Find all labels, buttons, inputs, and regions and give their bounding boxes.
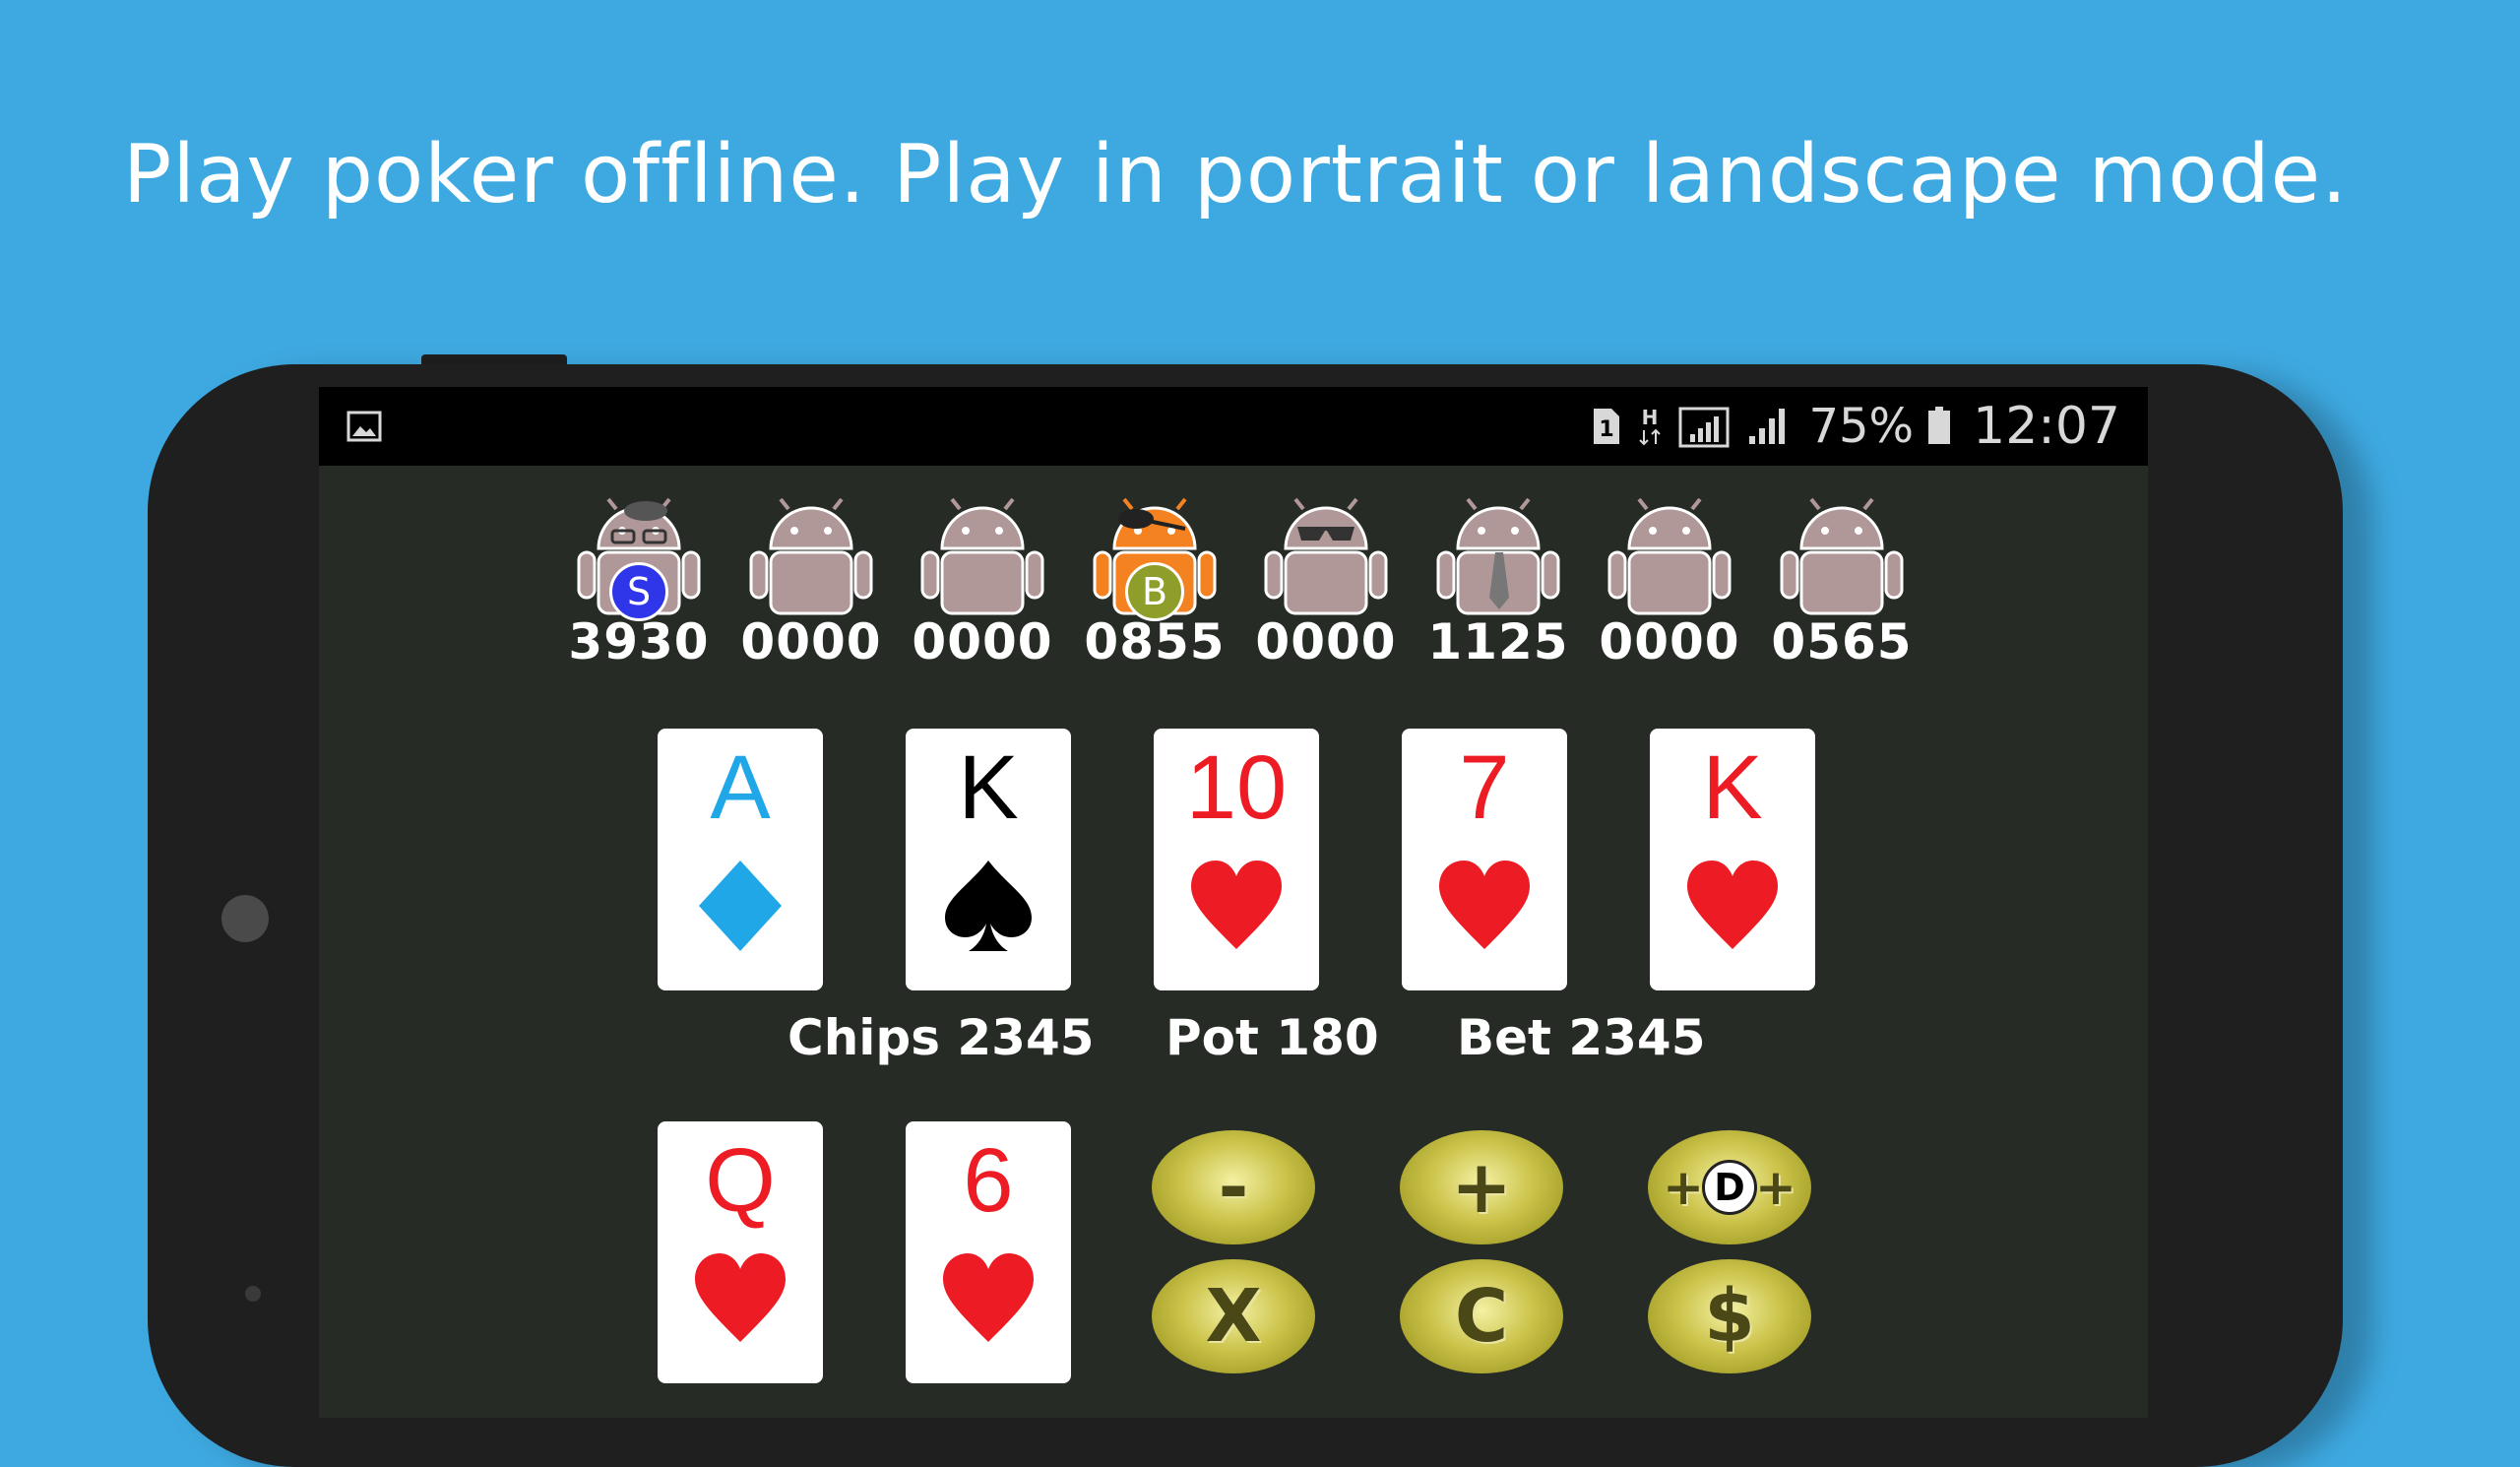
card-rank: K [1702,737,1763,838]
battery-icon [1928,407,1951,444]
card-rank: A [710,737,771,838]
player-chip-count: 0000 [740,613,882,670]
card-rank: 7 [1459,737,1510,838]
player-seat-5: 0000 [1247,495,1405,672]
signal-icon [1678,407,1730,448]
player-chip-count: 0000 [1255,613,1397,670]
headline: Play poker offline. Play in portrait or … [122,128,2349,222]
card-rank: 6 [963,1130,1014,1231]
status-bar: 1 H 75% 12:07 [319,387,2148,466]
player-chip-count: 0855 [1084,613,1226,670]
call-button[interactable]: C [1400,1259,1563,1373]
game-screen: 1 H 75% 12:07 3930 S 0000 0000 0855 B 00… [319,387,2148,1418]
bet-label: Bet 2345 [1457,1009,1706,1066]
android-avatar-icon [749,497,873,615]
chips-label: Chips 2345 [788,1009,1095,1066]
h-network-icon: H [1639,406,1662,446]
call-label: C [1454,1274,1509,1359]
player-seat-1: 3930 S [560,495,718,672]
pot-label: Pot 180 [1166,1009,1379,1066]
signal-icon [1749,409,1786,444]
player-chip-count: 0565 [1771,613,1913,670]
player-seat-4: 0855 B [1076,495,1233,672]
bet-button[interactable]: $ [1648,1259,1811,1373]
double-plus-left: + [1663,1159,1704,1216]
heart-icon [1191,861,1282,949]
player-chip-count: 0000 [912,613,1053,670]
network-type: H [1642,406,1659,429]
fold-label: X [1205,1274,1262,1359]
player-seat-8: 0565 [1763,495,1921,672]
player-chip-count: 1125 [1427,613,1569,670]
small-blind-badge: S [609,562,668,621]
community-card-1: A [658,729,823,990]
decrease-bet-label: - [1218,1145,1249,1230]
sim-number: 1 [1600,417,1614,442]
android-avatar-icon [1436,497,1560,615]
heart-icon [1439,861,1530,949]
player-chip-count: 3930 [568,613,710,670]
player-seat-7: 0000 [1591,495,1748,672]
diamond-icon [699,861,782,951]
android-avatar-icon [920,497,1044,615]
sim-icon: 1 [1594,409,1620,444]
player-seat-6: 1125 [1419,495,1577,672]
fold-button[interactable]: X [1152,1259,1315,1373]
spade-icon [945,861,1032,951]
android-avatar-icon [1264,497,1388,615]
community-card-4: 7 [1402,729,1567,990]
android-avatar-icon [1780,497,1904,615]
card-rank: Q [705,1130,776,1231]
bet-label-button: $ [1704,1274,1755,1359]
double-plus-right: + [1755,1159,1796,1216]
increase-bet-label: + [1450,1145,1512,1230]
heart-icon [943,1253,1034,1342]
phone-camera [221,895,269,942]
android-avatar-icon [1607,497,1732,615]
player-seat-3: 0000 [904,495,1061,672]
phone-sensor [245,1286,261,1302]
hand-card-2: 6 [906,1121,1071,1383]
card-rank: 10 [1185,737,1288,838]
heart-icon [1687,861,1778,949]
heart-icon [695,1253,786,1342]
card-rank: K [958,737,1019,838]
big-blind-badge: B [1125,562,1184,621]
player-seat-2: 0000 [732,495,890,672]
community-card-2: K [906,729,1071,990]
increase-bet-button[interactable]: + [1400,1130,1563,1244]
hand-card-1: Q [658,1121,823,1383]
community-card-3: 10 [1154,729,1319,990]
decrease-bet-button[interactable]: - [1152,1130,1315,1244]
double-bet-button[interactable]: + D + [1648,1130,1811,1244]
battery-percent: 75% [1808,399,1915,454]
player-chip-count: 0000 [1599,613,1740,670]
community-card-5: K [1650,729,1815,990]
dealer-chip-icon: D [1702,1160,1757,1215]
gallery-icon [346,411,382,442]
status-icons: 1 H 75% 12:07 [1590,387,2120,466]
clock: 12:07 [1973,397,2120,456]
